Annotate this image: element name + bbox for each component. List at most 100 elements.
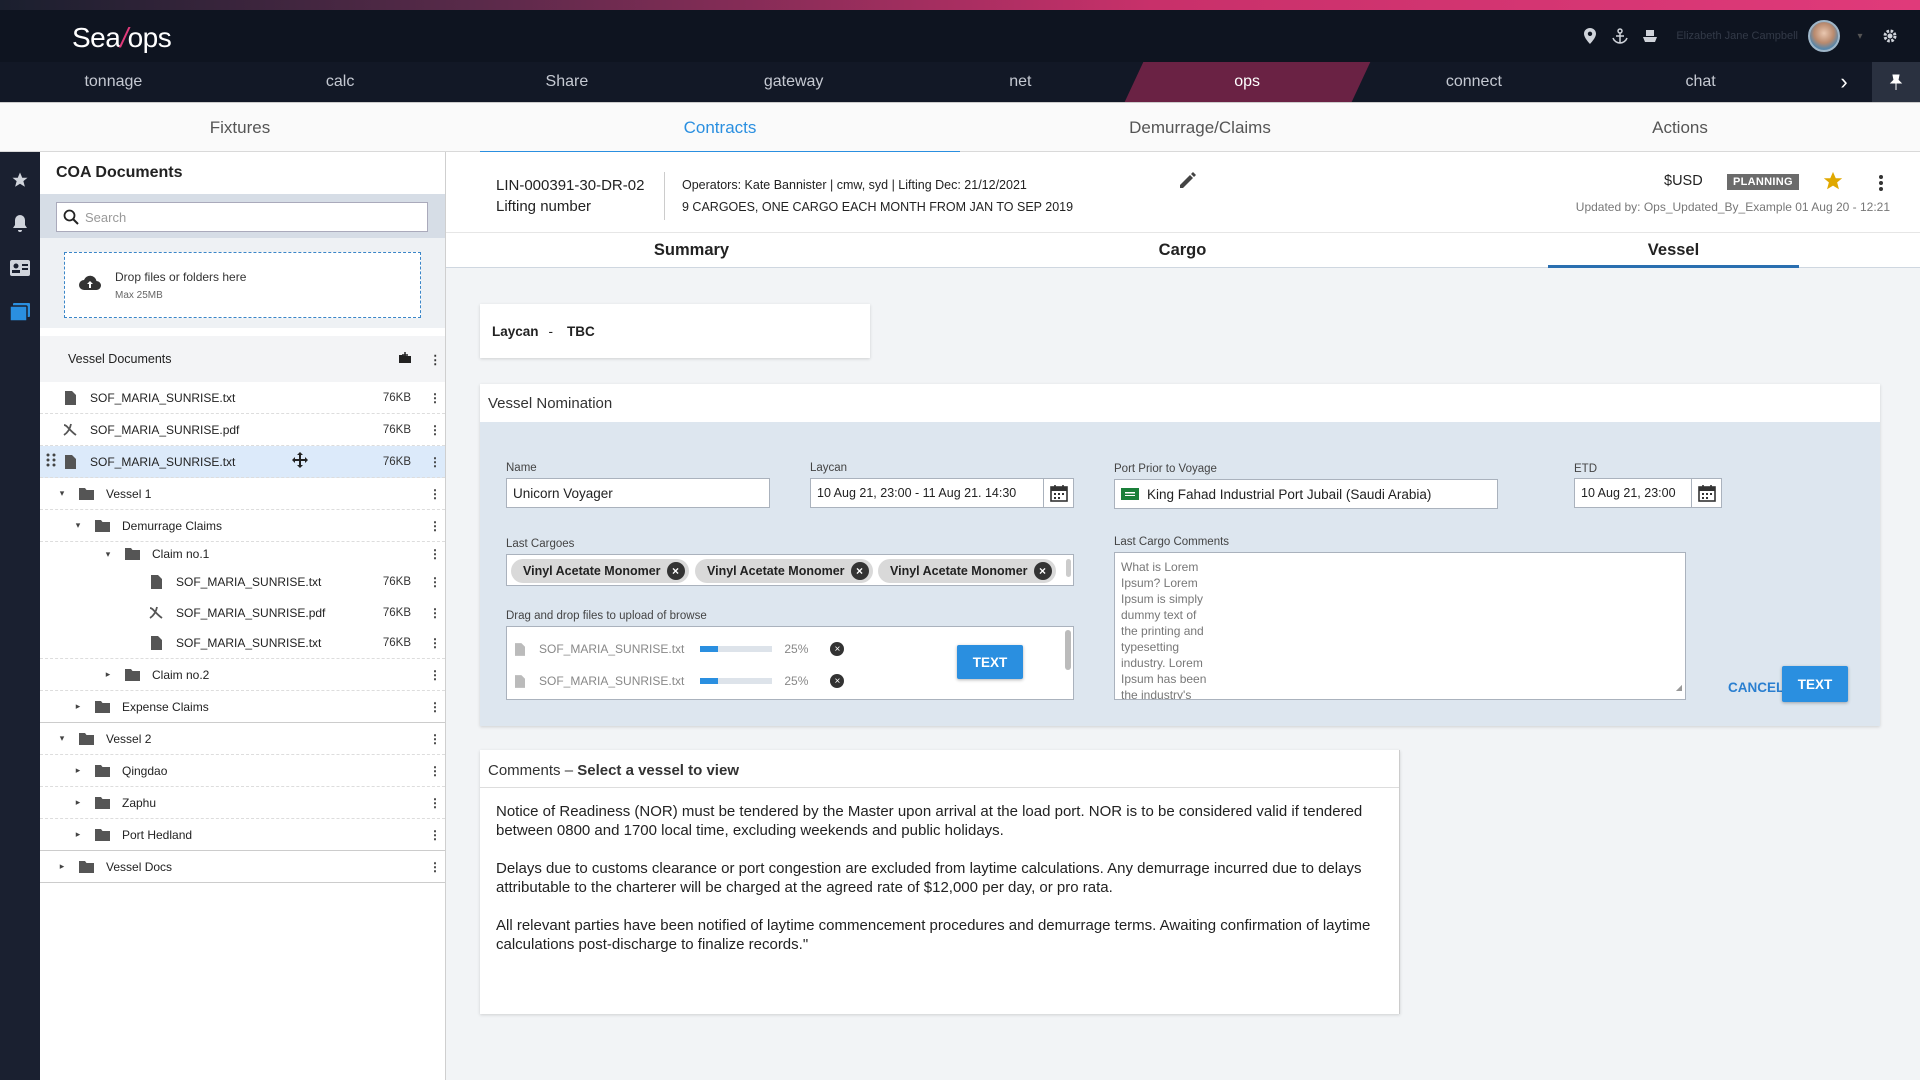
kebab-menu-icon[interactable]: ⋮ [429,391,441,405]
tree-row[interactable]: SOF_MARIA_SUNRISE.pdf 76KB ⋮ [40,597,445,628]
tree-row[interactable]: ▾ Claim no.1 ⋮ [40,542,445,566]
caret-right-icon[interactable]: ▸ [72,829,84,840]
tree-row[interactable]: ▸ Zaphu ⋮ [40,787,445,819]
caret-right-icon[interactable]: ▸ [72,797,84,808]
nav-chat[interactable]: chat [1587,62,1814,102]
kebab-menu-icon[interactable]: ⋮ [429,455,441,469]
etd-input[interactable]: 10 Aug 21, 23:00 [1574,478,1722,508]
kebab-menu-icon[interactable]: ⋮ [429,764,441,778]
documents-icon[interactable] [0,292,40,332]
chip-remove-icon[interactable]: × [850,562,869,580]
kebab-menu-icon[interactable]: ⋮ [429,547,441,561]
search-input[interactable]: Search [56,202,428,232]
seaops-logo[interactable]: Sea/ops [72,22,172,54]
contact-card-icon[interactable] [0,248,40,288]
kebab-menu-icon[interactable]: ⋮ [429,423,441,437]
laycan-range-input[interactable]: 10 Aug 21, 23:00 - 11 Aug 21. 14:30 [810,478,1074,508]
cargo-chip[interactable]: Vinyl Acetate Monomer × [511,559,689,583]
tree-row[interactable]: ▸ Port Hedland ⋮ [40,819,445,851]
add-folder-icon[interactable] [399,351,411,367]
tab-actions[interactable]: Actions [1440,103,1920,153]
tab-vessel[interactable]: Vessel [1428,233,1919,268]
anchor-icon[interactable] [1610,26,1630,46]
favorite-star-icon[interactable] [1822,170,1844,197]
caret-right-icon[interactable]: ▸ [102,669,114,680]
upload-scrollbar[interactable] [1065,630,1071,670]
caret-right-icon[interactable]: ▸ [56,861,68,872]
chips-scrollbar[interactable] [1066,559,1071,577]
cancel-upload-icon[interactable]: × [830,674,845,688]
tab-cargo[interactable]: Cargo [937,233,1428,267]
nav-connect[interactable]: connect [1361,62,1588,102]
bell-icon[interactable] [0,204,40,244]
more-vertical-icon[interactable] [1878,174,1884,197]
ship-icon[interactable] [1640,26,1660,46]
file-dropzone[interactable]: Drop files or folders here Max 25MB [64,252,421,318]
tree-row[interactable]: ▾ Vessel 2 ⋮ [40,723,445,755]
tree-row[interactable]: ▸ Expense Claims ⋮ [40,691,445,723]
tab-contracts[interactable]: Contracts [480,103,960,154]
pin-icon[interactable] [1872,62,1920,102]
tab-demurrage-claims[interactable]: Demurrage/Claims [960,103,1440,153]
kebab-menu-icon[interactable]: ⋮ [429,732,441,746]
tree-row[interactable]: ▾ Demurrage Claims ⋮ [40,510,445,542]
chip-remove-icon[interactable]: × [1033,562,1052,580]
gear-icon[interactable] [1880,26,1900,46]
resize-handle-icon[interactable]: ◢ [1676,680,1682,696]
calendar-icon[interactable] [1043,479,1073,507]
kebab-menu-icon[interactable]: ⋮ [429,796,441,810]
last-cargoes-input[interactable]: Vinyl Acetate Monomer × Vinyl Acetate Mon… [506,554,1074,586]
cargo-chip[interactable]: Vinyl Acetate Monomer × [695,559,873,583]
nav-ops[interactable]: ops [1134,62,1361,102]
calendar-icon[interactable] [1691,479,1721,507]
tree-row[interactable]: SOF_MARIA_SUNRISE.txt 76KB ⋮ [40,566,445,597]
kebab-menu-icon[interactable]: ⋮ [429,519,441,533]
nav-share[interactable]: Share [454,62,681,102]
caret-down-icon[interactable]: ▾ [56,488,68,499]
last-cargo-comments-textarea[interactable]: What is Lorem Ipsum? Lorem Ipsum is simp… [1114,552,1686,700]
caret-right-icon[interactable]: ▸ [72,701,84,712]
nav-net[interactable]: net [907,62,1134,102]
port-input[interactable]: King Fahad Industrial Port Jubail (Saudi… [1114,479,1498,509]
nav-gateway[interactable]: gateway [680,62,907,102]
caret-down-icon[interactable]: ▾ [56,733,68,744]
tree-row[interactable]: SOF_MARIA_SUNRISE.txt 76KB ⋮ [40,628,445,659]
tree-row[interactable]: SOF_MARIA_SUNRISE.txt 76KB ⋮ [40,382,445,414]
nav-calc[interactable]: calc [227,62,454,102]
chip-remove-icon[interactable]: × [666,562,685,580]
tree-row-selected[interactable]: SOF_MARIA_SUNRISE.txt 76KB ⋮ [40,446,445,478]
kebab-menu-icon[interactable]: ⋮ [429,668,441,682]
kebab-menu-icon[interactable]: ⋮ [429,606,441,620]
cancel-upload-icon[interactable]: × [830,642,845,656]
cargo-chip[interactable]: Vinyl Acetate Monomer × [878,559,1056,583]
avatar[interactable] [1808,20,1840,52]
tab-summary[interactable]: Summary [446,233,937,267]
submit-text-button[interactable]: TEXT [1782,666,1848,702]
upload-text-button[interactable]: TEXT [957,645,1023,679]
kebab-menu-icon[interactable]: ⋮ [429,636,441,650]
tree-row[interactable]: ▾ Vessel 1 ⋮ [40,478,445,510]
nav-tonnage[interactable]: tonnage [0,62,227,102]
tree-row[interactable]: ▸ Vessel Docs ⋮ [40,851,445,883]
kebab-menu-icon[interactable]: ⋮ [429,828,441,842]
tab-fixtures[interactable]: Fixtures [0,103,480,153]
caret-down-icon[interactable]: ▾ [72,520,84,531]
tree-row[interactable]: ▸ Claim no.2 ⋮ [40,659,445,691]
cancel-button[interactable]: CANCEL [1728,680,1784,695]
kebab-menu-icon[interactable]: ⋮ [429,575,441,589]
kebab-menu-icon[interactable]: ⋮ [429,860,441,874]
tree-row[interactable]: ▸ Qingdao ⋮ [40,755,445,787]
kebab-menu-icon[interactable]: ⋮ [429,352,442,367]
chevron-right-icon[interactable]: › [1826,62,1862,102]
caret-down-icon[interactable]: ▾ [102,549,114,560]
star-icon[interactable] [0,160,40,200]
kebab-menu-icon[interactable]: ⋮ [429,487,441,501]
pencil-icon[interactable] [1178,170,1198,195]
drag-handle-icon[interactable] [46,453,56,470]
caret-right-icon[interactable]: ▸ [72,765,84,776]
location-pin-icon[interactable] [1580,26,1600,46]
vessel-name-input[interactable]: Unicorn Voyager [506,478,770,508]
tree-row[interactable]: SOF_MARIA_SUNRISE.pdf 76KB ⋮ [40,414,445,446]
kebab-menu-icon[interactable]: ⋮ [429,700,441,714]
upload-area[interactable]: SOF_MARIA_SUNRISE.txt 25% × SOF_MARIA_SU… [506,626,1074,700]
